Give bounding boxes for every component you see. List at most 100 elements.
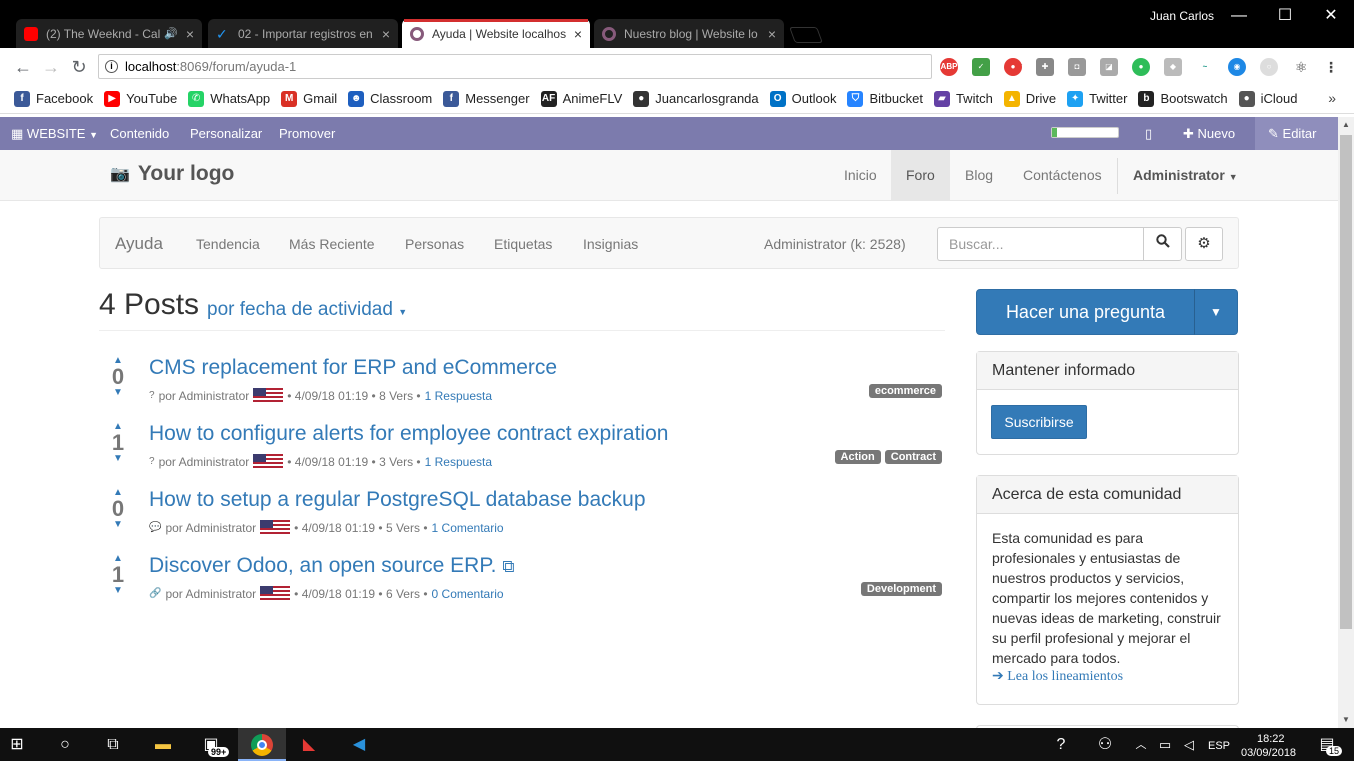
- back-icon[interactable]: ←: [12, 56, 34, 78]
- promote-menu[interactable]: Promover: [279, 126, 335, 141]
- vote-down-icon[interactable]: ▼: [107, 586, 129, 596]
- bookmark-item[interactable]: ▲ Drive: [1003, 90, 1056, 107]
- tag-badge[interactable]: Action: [834, 450, 881, 464]
- close-tab-icon[interactable]: ×: [382, 26, 390, 42]
- reload-icon[interactable]: ↻: [68, 56, 90, 78]
- tag-badge[interactable]: Contract: [884, 450, 942, 464]
- forum-link-personas[interactable]: Personas: [405, 236, 464, 252]
- subscribe-button[interactable]: Suscribirse: [991, 405, 1087, 439]
- post-answers-link[interactable]: 1 Respuesta: [425, 455, 492, 469]
- close-tab-icon[interactable]: ×: [574, 26, 582, 42]
- cortana-icon[interactable]: ○: [54, 734, 76, 756]
- bookmark-item[interactable]: ⛉ Bitbucket: [847, 90, 923, 107]
- guidelines-link[interactable]: ➔ Lea los lineamientos: [977, 668, 1238, 685]
- clock-time[interactable]: 18:22: [1257, 733, 1285, 745]
- volume-icon[interactable]: ◁: [1178, 734, 1200, 756]
- close-tab-icon[interactable]: ×: [768, 26, 776, 42]
- vote-down-icon[interactable]: ▼: [107, 520, 129, 530]
- bookmark-item[interactable]: M Gmail: [281, 90, 337, 107]
- post-author[interactable]: por Administrator: [159, 455, 250, 469]
- bookmark-item[interactable]: b Bootswatch: [1138, 90, 1228, 107]
- close-window-icon[interactable]: ✕: [1308, 4, 1354, 28]
- taskbar-chrome[interactable]: [238, 728, 286, 761]
- globe-icon[interactable]: ◉: [1228, 58, 1246, 76]
- tray-expand-icon[interactable]: ︿: [1130, 734, 1152, 756]
- tag-badge[interactable]: Development: [860, 582, 942, 596]
- search-input[interactable]: Buscar...: [937, 227, 1144, 261]
- bookmark-item[interactable]: AF AnimeFLV: [540, 90, 622, 107]
- bookmark-item[interactable]: ● iCloud: [1238, 90, 1298, 107]
- puzzle-icon[interactable]: ✚: [1036, 58, 1054, 76]
- vote-down-icon[interactable]: ▼: [107, 388, 129, 398]
- post-title-link[interactable]: How to setup a regular PostgreSQL databa…: [149, 488, 646, 512]
- customize-menu[interactable]: Personalizar: [190, 126, 262, 141]
- settings-button[interactable]: ⚙: [1185, 227, 1223, 261]
- windows-start-icon[interactable]: ⊞: [6, 734, 28, 756]
- browser-tab[interactable]: ✓ 02 - Importar registros en ×: [208, 19, 398, 48]
- forum-user-karma[interactable]: Administrator (k: 2528): [764, 236, 906, 252]
- external-link-icon[interactable]: ⧉: [502, 557, 514, 576]
- cube-icon[interactable]: ◆: [1164, 58, 1182, 76]
- minimize-icon[interactable]: —: [1216, 4, 1262, 28]
- post-title-link[interactable]: Discover Odoo, an open source ERP. ⧉: [149, 554, 514, 578]
- forward-icon[interactable]: →: [40, 56, 62, 78]
- shield-icon[interactable]: ✓: [972, 58, 990, 76]
- ask-question-button[interactable]: Hacer una pregunta: [976, 289, 1195, 335]
- nav-contactenos[interactable]: Contáctenos: [1008, 150, 1117, 200]
- forum-brand[interactable]: Ayuda: [115, 234, 163, 254]
- user-menu[interactable]: Administrator ▼: [1118, 150, 1253, 200]
- bookmark-item[interactable]: ● Juancarlosgranda: [633, 90, 759, 107]
- circle-icon[interactable]: ○: [1260, 58, 1278, 76]
- bookmark-item[interactable]: ✦ Twitter: [1067, 90, 1127, 107]
- browser-tab[interactable]: (2) The Weeknd - Call 🔊 ×: [16, 19, 202, 48]
- nav-inicio[interactable]: Inicio: [829, 150, 892, 200]
- file-explorer-icon[interactable]: ▬: [152, 734, 174, 756]
- post-title-link[interactable]: CMS replacement for ERP and eCommerce: [149, 356, 557, 380]
- site-logo[interactable]: 📷 Your logo: [110, 162, 234, 186]
- camera-icon[interactable]: ◘: [1068, 58, 1086, 76]
- adblock-icon[interactable]: ABP: [940, 58, 958, 76]
- clock-date[interactable]: 03/09/2018: [1241, 747, 1296, 759]
- post-title-link[interactable]: How to configure alerts for employee con…: [149, 422, 668, 446]
- browser-tab-active[interactable]: Ayuda | Website localhost ×: [402, 19, 590, 48]
- nav-foro[interactable]: Foro: [891, 150, 950, 200]
- bookmark-item[interactable]: ▶ YouTube: [104, 90, 177, 107]
- ask-dropdown-button[interactable]: ▼: [1194, 289, 1238, 335]
- new-tab-button[interactable]: [789, 27, 823, 43]
- vote-down-icon[interactable]: ▼: [107, 454, 129, 464]
- info-icon[interactable]: i: [105, 60, 118, 73]
- pdf-reader-icon[interactable]: ◣: [298, 734, 320, 756]
- help-icon[interactable]: ?: [1050, 734, 1072, 756]
- bookmark-item[interactable]: ☻ Classroom: [348, 90, 432, 107]
- battery-icon[interactable]: ▭: [1154, 734, 1176, 756]
- pdf-icon[interactable]: ◪: [1100, 58, 1118, 76]
- react-icon[interactable]: ⚛: [1292, 58, 1310, 76]
- forum-link-mas-reciente[interactable]: Más Reciente: [289, 236, 375, 252]
- forum-link-insignias[interactable]: Insignias: [583, 236, 638, 252]
- bookmark-item[interactable]: f Facebook: [14, 90, 93, 107]
- scroll-up-icon[interactable]: ▲: [1338, 117, 1354, 133]
- address-bar[interactable]: i localhost:8069/forum/ayuda-1 ☆: [98, 54, 1023, 79]
- bookmark-item[interactable]: ✆ WhatsApp: [188, 90, 270, 107]
- close-tab-icon[interactable]: ×: [186, 26, 194, 42]
- forum-link-etiquetas[interactable]: Etiquetas: [494, 236, 552, 252]
- people-icon[interactable]: ⚇: [1094, 734, 1116, 756]
- bookmark-item[interactable]: ▰ Twitch: [933, 90, 993, 107]
- browser-profile-name[interactable]: Juan Carlos: [1150, 9, 1214, 23]
- search-button[interactable]: [1143, 227, 1182, 261]
- browser-tab[interactable]: Nuestro blog | Website lo ×: [594, 19, 784, 48]
- map-pin-icon[interactable]: ●: [1132, 58, 1150, 76]
- bookmark-item[interactable]: f Messenger: [443, 90, 530, 107]
- task-view-icon[interactable]: ⧉: [102, 734, 124, 756]
- post-author[interactable]: por Administrator: [165, 521, 256, 535]
- nav-blog[interactable]: Blog: [950, 150, 1008, 200]
- scroll-down-icon[interactable]: ▼: [1338, 712, 1354, 728]
- bookmarks-overflow-icon[interactable]: »: [1328, 90, 1336, 106]
- maximize-icon[interactable]: ☐: [1262, 4, 1308, 28]
- mobile-preview-icon[interactable]: ▯: [1145, 126, 1152, 142]
- speaker-icon[interactable]: 🔊: [164, 27, 178, 40]
- content-menu[interactable]: Contenido: [110, 126, 169, 141]
- scrollbar-thumb[interactable]: [1340, 135, 1352, 629]
- vscode-icon[interactable]: ◀: [348, 734, 370, 756]
- edit-button[interactable]: ✎ Editar: [1255, 117, 1338, 150]
